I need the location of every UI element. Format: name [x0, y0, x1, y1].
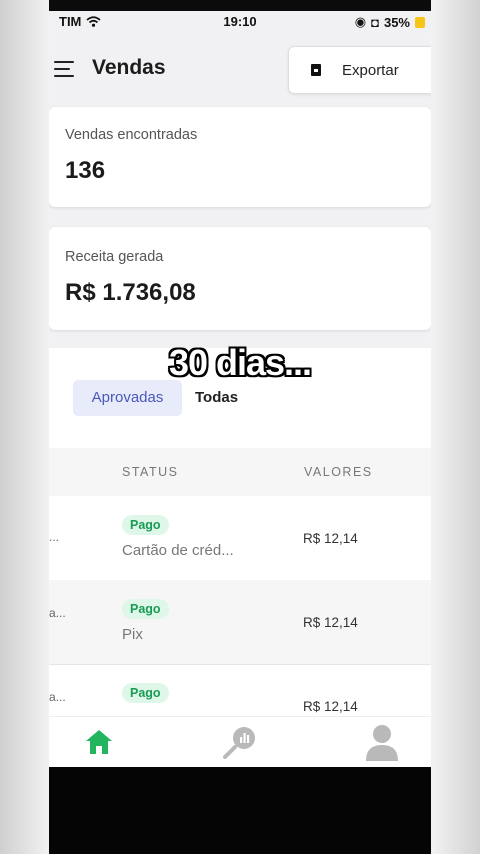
sales-found-card: Vendas encontradas 136	[49, 107, 431, 207]
row-amount: R$ 12,14	[303, 531, 358, 546]
sales-found-value: 136	[65, 157, 106, 184]
export-button[interactable]: Exportar	[288, 46, 431, 94]
battery-icon	[415, 16, 425, 28]
battery-percent: 35%	[383, 14, 410, 30]
status-bar: TIM 19:10 ◉ ◘ 35%	[49, 11, 431, 33]
tab-aprovadas[interactable]: Aprovadas	[73, 380, 182, 416]
top-black-bar	[49, 0, 431, 11]
table-row[interactable]: a... Pago Pix R$ 12,14	[49, 580, 431, 665]
status-badge: Pago	[122, 515, 169, 535]
page-header: Vendas Exportar	[49, 41, 431, 101]
row-truncated-text: ...	[49, 530, 60, 544]
revenue-value: R$ 1.736,08	[65, 279, 196, 306]
sales-found-label: Vendas encontradas	[65, 127, 198, 143]
row-truncated-text: a...	[49, 690, 66, 704]
export-button-label: Exportar	[342, 61, 399, 79]
bottom-black-bar	[49, 767, 431, 854]
video-caption-overlay: 30 dias...	[168, 342, 312, 383]
location-icon: ◉	[354, 14, 367, 29]
revenue-label: Receita gerada	[65, 249, 164, 265]
payment-method: Cartão de créd...	[122, 542, 234, 559]
values-column-header: VALORES	[304, 465, 373, 479]
alarm-icon: ◘	[371, 14, 379, 30]
table-row[interactable]: ... Pago Cartão de créd... R$ 12,14	[49, 496, 431, 581]
menu-icon[interactable]	[54, 61, 74, 77]
table-header: STATUS VALORES	[49, 448, 431, 496]
row-truncated-text: a...	[49, 606, 66, 620]
phone-screen: TIM 19:10 ◉ ◘ 35% Vendas Exportar Vendas…	[49, 11, 431, 767]
status-badge: Pago	[122, 683, 169, 703]
status-column-header: STATUS	[122, 465, 179, 479]
bottom-tab-bar	[49, 716, 431, 767]
tab-todas[interactable]: Todas	[195, 380, 238, 416]
revenue-card: Receita gerada R$ 1.736,08	[49, 227, 431, 330]
user-icon[interactable]	[365, 724, 399, 762]
status-badge: Pago	[122, 599, 169, 619]
export-icon	[311, 64, 321, 76]
payment-method: Pix	[122, 626, 143, 643]
background-blur-right	[431, 0, 480, 854]
search-icon[interactable]	[222, 725, 260, 759]
home-icon[interactable]	[85, 729, 113, 755]
row-amount: R$ 12,14	[303, 615, 358, 630]
row-amount: R$ 12,14	[303, 699, 358, 714]
page-title: Vendas	[92, 56, 166, 79]
sales-list-card: Aprovadas Todas STATUS VALORES ... Pago …	[49, 348, 431, 767]
background-blur-left	[0, 0, 49, 854]
